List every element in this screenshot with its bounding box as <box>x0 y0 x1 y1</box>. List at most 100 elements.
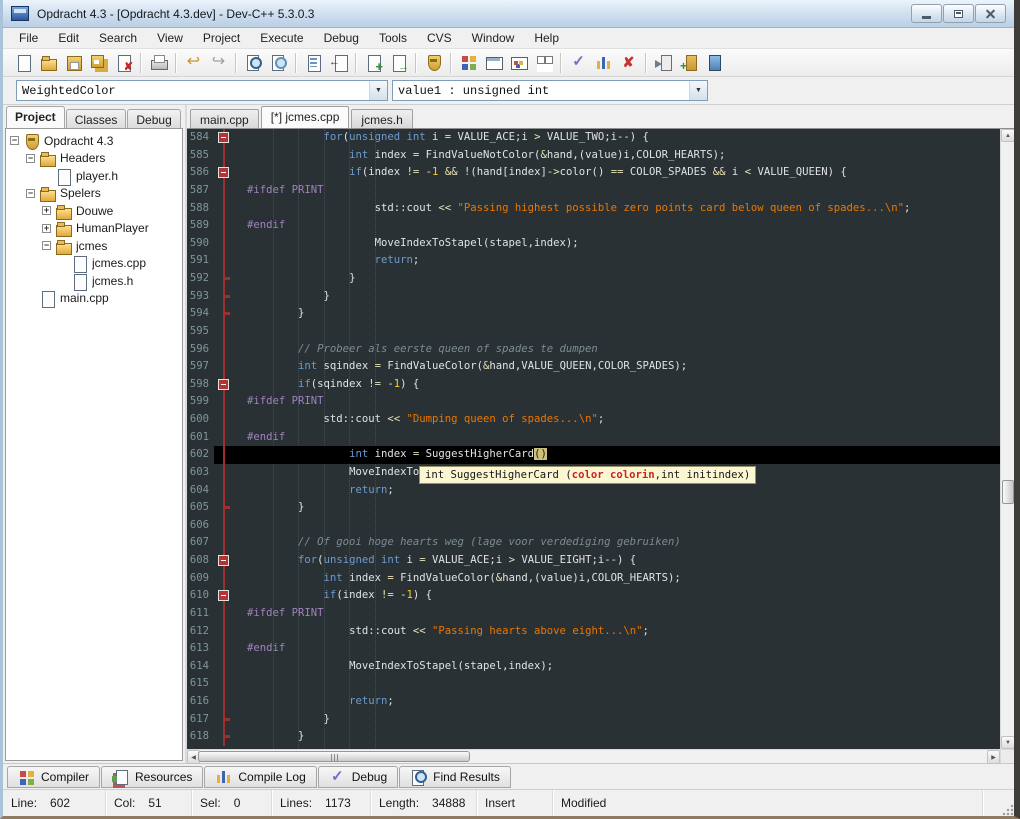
save-all-button[interactable] <box>86 51 111 75</box>
code-line-593[interactable]: 593 } <box>187 288 1000 306</box>
add-to-project-button[interactable] <box>676 51 701 75</box>
code-line-618[interactable]: 618 } <box>187 728 1000 746</box>
cpu-window-button[interactable] <box>701 51 726 75</box>
code-line-606[interactable]: 606 <box>187 517 1000 535</box>
menu-item-file[interactable]: File <box>9 28 48 48</box>
collapse-toggle[interactable]: − <box>26 189 35 198</box>
close-file-button[interactable] <box>111 51 136 75</box>
scroll-right-arrow[interactable]: ▶ <box>987 750 1000 764</box>
report-tab-resources[interactable]: Resources <box>101 766 203 788</box>
sidebar-tab-classes[interactable]: Classes <box>66 109 127 128</box>
code-line-611[interactable]: 611#ifdef PRINT <box>187 605 1000 623</box>
class-browser-combo[interactable]: WeightedColor ▼ <box>16 80 388 101</box>
undo-button[interactable]: ↩ <box>181 51 206 75</box>
code-line-589[interactable]: 589#endif <box>187 217 1000 235</box>
goto-bookmark-button[interactable] <box>386 51 411 75</box>
vertical-scrollbar[interactable]: ▲ ▼ <box>1000 129 1014 749</box>
fold-collapse-icon[interactable] <box>218 590 229 601</box>
code-line-614[interactable]: 614 MoveIndexToStapel(stapel,index); <box>187 658 1000 676</box>
code-line-597[interactable]: 597 int sqindex = FindValueColor(&hand,V… <box>187 358 1000 376</box>
code-line-601[interactable]: 601#endif <box>187 429 1000 447</box>
tree-item-jcmes-cpp[interactable]: jcmes.cpp <box>10 255 182 273</box>
code-line-616[interactable]: 616 return; <box>187 693 1000 711</box>
code-line-604[interactable]: 604 return; <box>187 482 1000 500</box>
restore-button[interactable] <box>943 4 974 23</box>
menu-item-execute[interactable]: Execute <box>250 28 313 48</box>
rebuild-all-button[interactable] <box>531 51 556 75</box>
collapse-toggle[interactable]: − <box>10 136 19 145</box>
horizontal-scrollbar[interactable]: ◀ ▶ <box>187 749 1000 763</box>
scroll-up-arrow[interactable]: ▲ <box>1001 129 1015 142</box>
insert-snippet-button[interactable] <box>361 51 386 75</box>
code-line-600[interactable]: 600 std::cout << "Dumping queen of spade… <box>187 411 1000 429</box>
code-line-602[interactable]: 602 int index = SuggestHigherCard() <box>187 446 1000 464</box>
editor-tab-main-cpp[interactable]: main.cpp <box>190 109 259 128</box>
save-button[interactable] <box>61 51 86 75</box>
profile-button[interactable] <box>421 51 446 75</box>
tree-item-douwe[interactable]: +Douwe <box>10 202 182 220</box>
code-line-617[interactable]: 617 } <box>187 711 1000 729</box>
code-line-592[interactable]: 592 } <box>187 270 1000 288</box>
code-line-607[interactable]: 607 // Of gooi hoge hearts weg (lage voo… <box>187 534 1000 552</box>
new-source-button[interactable] <box>11 51 36 75</box>
code-line-590[interactable]: 590 MoveIndexToStapel(stapel,index); <box>187 235 1000 253</box>
expand-toggle[interactable]: + <box>42 224 51 233</box>
tree-item-main-cpp[interactable]: main.cpp <box>10 290 182 308</box>
menu-item-project[interactable]: Project <box>193 28 250 48</box>
class-browser-dropdown-button[interactable]: ▼ <box>369 81 387 100</box>
profile-analysis-button[interactable] <box>591 51 616 75</box>
minimize-button[interactable] <box>911 4 942 23</box>
horizontal-scroll-thumb[interactable] <box>198 751 470 762</box>
code-line-584[interactable]: 584 for(unsigned int i = VALUE_ACE;i > V… <box>187 129 1000 147</box>
abort-compilation-button[interactable]: ✘ <box>616 51 641 75</box>
code-line-605[interactable]: 605 } <box>187 499 1000 517</box>
find-button[interactable] <box>241 51 266 75</box>
code-line-595[interactable]: 595 <box>187 323 1000 341</box>
menu-item-cvs[interactable]: CVS <box>417 28 462 48</box>
report-tab-compiler[interactable]: Compiler <box>7 766 100 788</box>
sidebar-tab-debug[interactable]: Debug <box>127 109 180 128</box>
find-in-files-button[interactable] <box>266 51 291 75</box>
fold-collapse-icon[interactable] <box>218 379 229 390</box>
compile-button[interactable] <box>456 51 481 75</box>
compile-and-run-button[interactable] <box>506 51 531 75</box>
tree-item-humanplayer[interactable]: +HumanPlayer <box>10 220 182 238</box>
resize-grip[interactable] <box>1001 803 1014 816</box>
program-reset-button[interactable] <box>651 51 676 75</box>
vertical-scroll-thumb[interactable] <box>1002 480 1014 504</box>
tree-item-spelers[interactable]: −Spelers <box>10 185 182 203</box>
open-project-button[interactable] <box>36 51 61 75</box>
code-line-587[interactable]: 587#ifdef PRINT <box>187 182 1000 200</box>
fold-collapse-icon[interactable] <box>218 132 229 143</box>
sidebar-tab-project[interactable]: Project <box>6 106 65 128</box>
collapse-toggle[interactable]: − <box>42 241 51 250</box>
code-line-608[interactable]: 608 for(unsigned int i = VALUE_ACE;i > V… <box>187 552 1000 570</box>
editor-tab-jcmes-cpp[interactable]: [*] jcmes.cpp <box>261 106 350 128</box>
code-line-586[interactable]: 586 if(index != -1 && !(hand[index]->col… <box>187 164 1000 182</box>
tree-item-jcmes-h[interactable]: jcmes.h <box>10 272 182 290</box>
code-line-613[interactable]: 613#endif <box>187 640 1000 658</box>
tree-item-player-h[interactable]: player.h <box>10 167 182 185</box>
report-tab-find-results[interactable]: Find Results <box>399 766 511 788</box>
report-tab-compile-log[interactable]: Compile Log <box>204 766 316 788</box>
titlebar[interactable]: Opdracht 4.3 - [Opdracht 4.3.dev] - Dev-… <box>3 0 1014 28</box>
tree-item-jcmes[interactable]: −jcmes <box>10 237 182 255</box>
code-line-615[interactable]: 615 <box>187 675 1000 693</box>
code-line-594[interactable]: 594 } <box>187 305 1000 323</box>
menu-item-edit[interactable]: Edit <box>48 28 89 48</box>
code-editor[interactable]: int SuggestHigherCard (color colorin,int… <box>187 129 1000 749</box>
menu-item-view[interactable]: View <box>147 28 193 48</box>
menu-item-window[interactable]: Window <box>462 28 525 48</box>
menu-item-tools[interactable]: Tools <box>369 28 417 48</box>
code-line-612[interactable]: 612 std::cout << "Passing hearts above e… <box>187 623 1000 641</box>
print-button[interactable] <box>146 51 171 75</box>
syntax-check-button[interactable]: ✓ <box>566 51 591 75</box>
fold-collapse-icon[interactable] <box>218 555 229 566</box>
menu-item-search[interactable]: Search <box>89 28 147 48</box>
menu-item-help[interactable]: Help <box>524 28 569 48</box>
code-line-598[interactable]: 598 if(sqindex != -1) { <box>187 376 1000 394</box>
redo-button[interactable]: ↪ <box>206 51 231 75</box>
code-line-610[interactable]: 610 if(index != -1) { <box>187 587 1000 605</box>
tree-item-headers[interactable]: −Headers <box>10 150 182 168</box>
member-browser-dropdown-button[interactable]: ▼ <box>689 81 707 100</box>
